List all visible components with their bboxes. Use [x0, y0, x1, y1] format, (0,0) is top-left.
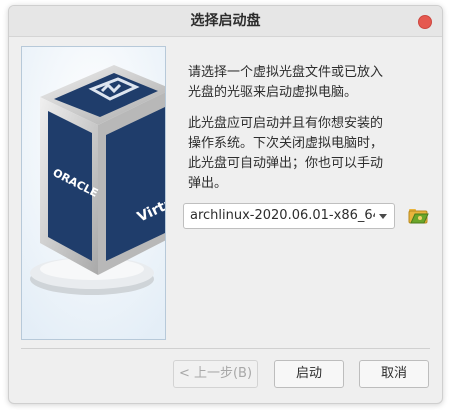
back-button[interactable]: < 上一步(B)	[173, 360, 258, 388]
virtualbox-logo-panel: ORACLE VirtualBox	[21, 46, 166, 340]
virtualbox-logo-image: ORACLE VirtualBox	[22, 47, 165, 339]
start-button[interactable]: 启动	[274, 360, 344, 388]
button-separator	[21, 348, 430, 349]
chevron-down-icon	[379, 214, 387, 219]
boot-note-text: 此光盘应可启动并且有你想安装的 操作系统。下次关闭虚拟电脑时， 此光盘可自动弹出…	[188, 116, 384, 191]
selected-disk-image: archlinux-2020.06.01-x86_64.iso	[190, 208, 375, 223]
select-start-disk-dialog: 选择启动盘 ORACLE 请选择一个虚拟光盘文件或已放入 光盘的光驱来启动虚拟电…	[8, 5, 443, 404]
close-icon[interactable]	[418, 15, 432, 29]
title-bar[interactable]: 选择启动盘	[9, 6, 442, 37]
cancel-button[interactable]: 取消	[359, 360, 429, 388]
disk-image-select[interactable]: archlinux-2020.06.01-x86_64.iso	[183, 203, 395, 229]
window-title: 选择启动盘	[190, 13, 261, 29]
folder-open-icon[interactable]	[407, 205, 429, 225]
instruction-text: 请选择一个虚拟光盘文件或已放入 光盘的光驱来启动虚拟电脑。	[188, 65, 384, 100]
